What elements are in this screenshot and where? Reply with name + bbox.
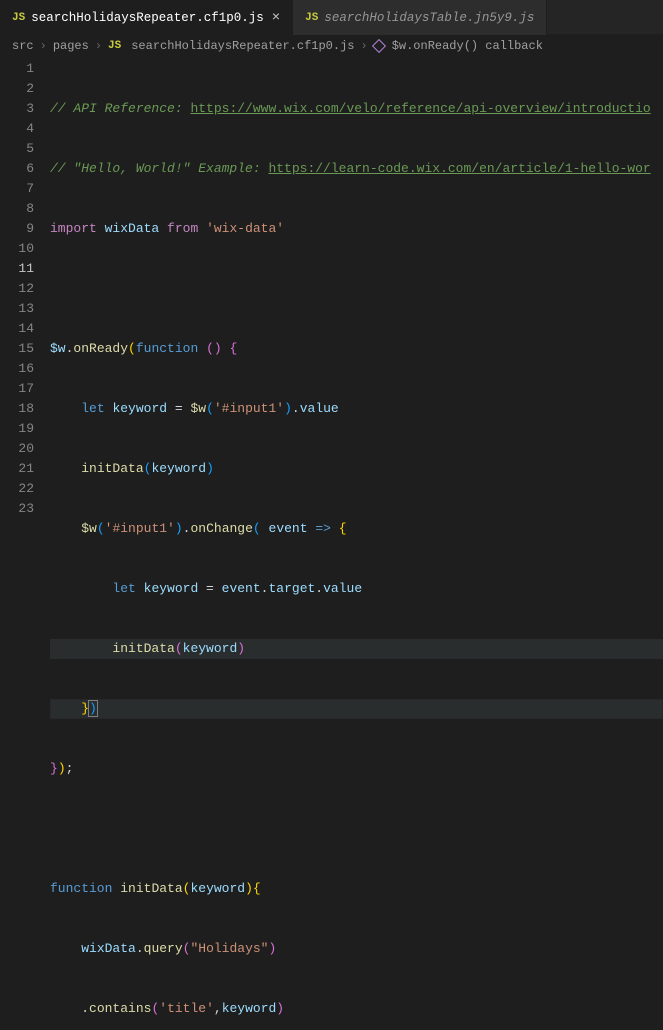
line-number: 8 bbox=[0, 199, 34, 219]
line-number: 17 bbox=[0, 379, 34, 399]
js-icon: JS bbox=[305, 12, 318, 24]
breadcrumb-symbol[interactable]: $w.onReady() callback bbox=[392, 39, 543, 53]
line-number: 19 bbox=[0, 419, 34, 439]
code-text: 'wix-data' bbox=[206, 221, 284, 236]
code-text: 'title' bbox=[159, 1001, 214, 1016]
breadcrumb-part[interactable]: pages bbox=[53, 39, 89, 53]
chevron-right-icon: › bbox=[40, 39, 47, 53]
line-number: 21 bbox=[0, 459, 34, 479]
code-text: initData bbox=[120, 881, 182, 896]
line-number: 4 bbox=[0, 119, 34, 139]
code-text: "Holidays" bbox=[190, 941, 268, 956]
code-text: wixData bbox=[105, 221, 160, 236]
line-number: 16 bbox=[0, 359, 34, 379]
code-text: keyword bbox=[222, 1001, 277, 1016]
code-text: let bbox=[112, 581, 135, 596]
line-number: 7 bbox=[0, 179, 34, 199]
code-text: keyword bbox=[112, 401, 167, 416]
tab-label: searchHolidaysTable.jn5y9.js bbox=[324, 11, 534, 25]
code-content[interactable]: // API Reference: https://www.wix.com/ve… bbox=[50, 57, 663, 515]
code-text: $w bbox=[50, 341, 66, 356]
code-link[interactable]: https://learn-code.wix.com/en/article/1-… bbox=[268, 161, 650, 176]
code-text: value bbox=[323, 581, 362, 596]
line-number: 1 bbox=[0, 59, 34, 79]
code-text: keyword bbox=[190, 881, 245, 896]
method-icon bbox=[372, 39, 386, 53]
code-text: onReady bbox=[73, 341, 128, 356]
close-icon[interactable]: × bbox=[272, 10, 280, 26]
code-text: keyword bbox=[144, 581, 199, 596]
line-number: 13 bbox=[0, 299, 34, 319]
code-text: value bbox=[300, 401, 339, 416]
code-text: let bbox=[81, 401, 104, 416]
line-number: 23 bbox=[0, 499, 34, 519]
code-text: event bbox=[222, 581, 261, 596]
code-text: onChange bbox=[190, 521, 252, 536]
line-number: 9 bbox=[0, 219, 34, 239]
tab-active[interactable]: JS searchHolidaysRepeater.cf1p0.js × bbox=[0, 0, 293, 35]
code-text: event bbox=[269, 521, 308, 536]
line-number: 20 bbox=[0, 439, 34, 459]
code-text: function bbox=[136, 341, 198, 356]
code-text: query bbox=[144, 941, 183, 956]
code-text: initData bbox=[81, 461, 143, 476]
code-text: // "Hello, World!" Example: bbox=[50, 161, 268, 176]
breadcrumb: src › pages › JS searchHolidaysRepeater.… bbox=[0, 35, 663, 57]
line-number: 18 bbox=[0, 399, 34, 419]
line-number: 14 bbox=[0, 319, 34, 339]
code-text: initData bbox=[112, 641, 174, 656]
code-text: contains bbox=[89, 1001, 151, 1016]
code-editor[interactable]: 1234567891011121314151617181920212223 //… bbox=[0, 57, 663, 515]
breadcrumb-file[interactable]: searchHolidaysRepeater.cf1p0.js bbox=[131, 39, 354, 53]
code-text: target bbox=[268, 581, 315, 596]
breadcrumb-part[interactable]: src bbox=[12, 39, 34, 53]
line-number-gutter: 1234567891011121314151617181920212223 bbox=[0, 57, 50, 515]
code-text: $w bbox=[81, 521, 97, 536]
line-number: 10 bbox=[0, 239, 34, 259]
chevron-right-icon: › bbox=[95, 39, 102, 53]
code-text: from bbox=[167, 221, 198, 236]
code-text: keyword bbox=[183, 641, 238, 656]
js-icon: JS bbox=[12, 12, 25, 24]
code-text: $w bbox=[190, 401, 206, 416]
code-text: '#input1' bbox=[214, 401, 284, 416]
chevron-right-icon: › bbox=[360, 39, 367, 53]
code-text: function bbox=[50, 881, 112, 896]
line-number: 6 bbox=[0, 159, 34, 179]
tab-inactive[interactable]: JS searchHolidaysTable.jn5y9.js bbox=[293, 0, 547, 35]
line-number: 5 bbox=[0, 139, 34, 159]
line-number: 12 bbox=[0, 279, 34, 299]
js-icon: JS bbox=[108, 40, 121, 52]
line-number: 15 bbox=[0, 339, 34, 359]
line-number: 22 bbox=[0, 479, 34, 499]
code-text: import bbox=[50, 221, 97, 236]
code-text: '#input1' bbox=[105, 521, 175, 536]
line-number: 2 bbox=[0, 79, 34, 99]
code-text: keyword bbox=[151, 461, 206, 476]
code-text: // API Reference: bbox=[50, 101, 190, 116]
code-link[interactable]: https://www.wix.com/velo/reference/api-o… bbox=[190, 101, 650, 116]
code-text: wixData bbox=[81, 941, 136, 956]
line-number: 3 bbox=[0, 99, 34, 119]
tab-bar: JS searchHolidaysRepeater.cf1p0.js × JS … bbox=[0, 0, 663, 35]
line-number: 11 bbox=[0, 259, 34, 279]
tab-label: searchHolidaysRepeater.cf1p0.js bbox=[31, 11, 264, 25]
